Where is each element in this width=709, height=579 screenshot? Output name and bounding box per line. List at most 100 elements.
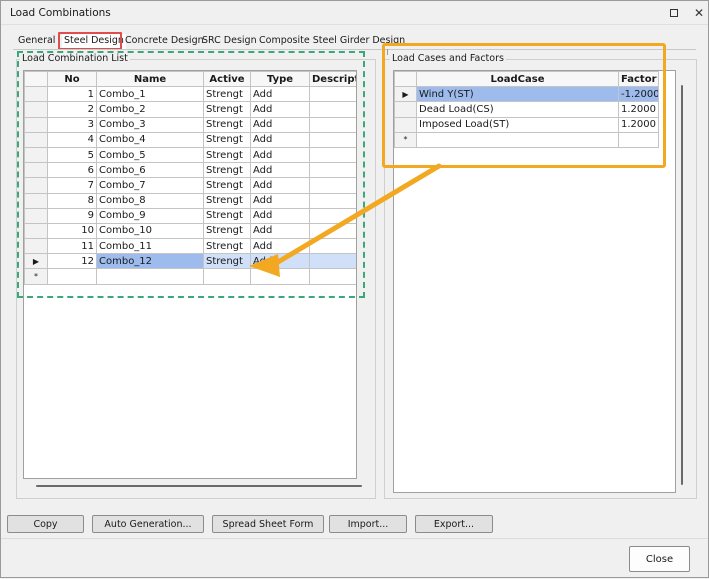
- empty-cell[interactable]: [203, 268, 251, 285]
- table-row[interactable]: 5 Combo_5 Strengt Add: [24, 146, 356, 164]
- cell-no[interactable]: 6: [47, 162, 97, 179]
- row-header[interactable]: [24, 177, 48, 194]
- close-button[interactable]: Close: [629, 546, 690, 572]
- column-header-active[interactable]: Active: [203, 71, 251, 88]
- cell-description[interactable]: [309, 222, 356, 240]
- cell-type[interactable]: Add: [250, 116, 310, 133]
- row-header[interactable]: [394, 116, 417, 133]
- cell-type[interactable]: Add: [250, 192, 310, 209]
- cell-no[interactable]: 3: [47, 116, 97, 133]
- maximize-icon[interactable]: [666, 5, 682, 21]
- row-header[interactable]: [24, 116, 48, 133]
- empty-cell[interactable]: [618, 131, 659, 148]
- empty-cell[interactable]: [309, 268, 356, 285]
- cell-type[interactable]: Add: [250, 207, 310, 224]
- cell-name[interactable]: Combo_3: [96, 116, 204, 133]
- cell-type[interactable]: Add: [250, 86, 310, 103]
- row-header[interactable]: [24, 207, 48, 224]
- row-header[interactable]: *: [394, 131, 417, 148]
- column-header-factor[interactable]: Factor: [618, 71, 659, 88]
- cell-active[interactable]: Strengt: [203, 146, 251, 164]
- empty-cell[interactable]: [416, 131, 619, 148]
- row-header[interactable]: [394, 101, 417, 118]
- cell-description[interactable]: [309, 192, 356, 209]
- column-header-name[interactable]: Name: [96, 71, 204, 88]
- row-header[interactable]: [24, 86, 48, 103]
- cell-name[interactable]: Combo_6: [96, 162, 204, 179]
- copy-button[interactable]: Copy: [7, 515, 84, 533]
- tab-general[interactable]: General: [16, 34, 57, 50]
- cell-type[interactable]: Add: [250, 177, 310, 194]
- row-header[interactable]: [24, 101, 48, 118]
- table-row[interactable]: 10 Combo_10 Strengt Add: [24, 222, 356, 240]
- load-case-grid[interactable]: LoadCase Factor ▶ Wind Y(ST) -1.2000 Dead L…: [393, 70, 676, 493]
- cell-no[interactable]: 7: [47, 177, 97, 194]
- column-header-loadcase[interactable]: LoadCase: [416, 71, 619, 88]
- cell-active[interactable]: Strengt: [203, 131, 251, 148]
- empty-cell[interactable]: [250, 268, 310, 285]
- cell-description[interactable]: [309, 86, 356, 103]
- cell-description[interactable]: [309, 207, 356, 224]
- table-row[interactable]: ▶ 12 Combo_12 Strengt Add: [24, 253, 356, 270]
- import-button[interactable]: Import...: [329, 515, 407, 533]
- cell-active[interactable]: Strengt: [203, 222, 251, 240]
- row-header[interactable]: [24, 222, 48, 240]
- cell-no[interactable]: 8: [47, 192, 97, 209]
- cell-name[interactable]: Combo_12: [96, 253, 204, 270]
- cell-no[interactable]: 4: [47, 131, 97, 148]
- export-button[interactable]: Export...: [415, 515, 493, 533]
- cell-name[interactable]: Combo_9: [96, 207, 204, 224]
- cell-active[interactable]: Strengt: [203, 253, 251, 270]
- cell-factor[interactable]: -1.2000: [618, 86, 659, 103]
- table-row[interactable]: 1 Combo_1 Strengt Add: [24, 86, 356, 103]
- cell-active[interactable]: Strengt: [203, 162, 251, 179]
- cell-description[interactable]: [309, 253, 356, 270]
- cell-name[interactable]: Combo_8: [96, 192, 204, 209]
- row-header[interactable]: [24, 162, 48, 179]
- spread-sheet-form-button[interactable]: Spread Sheet Form: [212, 515, 324, 533]
- table-row[interactable]: Dead Load(CS) 1.2000: [394, 101, 659, 118]
- cell-description[interactable]: [309, 116, 356, 133]
- right-vertical-scrollbar[interactable]: [681, 85, 683, 485]
- cell-type[interactable]: Add: [250, 222, 310, 240]
- row-header[interactable]: [24, 146, 48, 164]
- close-icon[interactable]: ✕: [691, 5, 707, 21]
- cell-active[interactable]: Strengt: [203, 238, 251, 255]
- cell-loadcase[interactable]: Imposed Load(ST): [416, 116, 619, 133]
- cell-name[interactable]: Combo_11: [96, 238, 204, 255]
- cell-factor[interactable]: 1.2000: [618, 116, 659, 133]
- load-combination-grid[interactable]: No Name Active Type Descripti 1Combo_1St…: [23, 70, 357, 479]
- cell-no[interactable]: 5: [47, 146, 97, 164]
- row-header[interactable]: [24, 192, 48, 209]
- cell-active[interactable]: Strengt: [203, 177, 251, 194]
- column-header-no[interactable]: No: [47, 71, 97, 88]
- cell-description[interactable]: [309, 238, 356, 255]
- cell-description[interactable]: [309, 177, 356, 194]
- cell-type[interactable]: Add: [250, 131, 310, 148]
- tab-src-design[interactable]: SRC Design: [200, 34, 259, 50]
- cell-no[interactable]: 10: [47, 222, 97, 240]
- column-header-description[interactable]: Descripti: [309, 71, 356, 88]
- row-header[interactable]: ▶: [394, 86, 417, 103]
- cell-active[interactable]: Strengt: [203, 101, 251, 118]
- cell-name[interactable]: Combo_1: [96, 86, 204, 103]
- new-row[interactable]: *: [24, 268, 356, 285]
- table-row[interactable]: 11 Combo_11 Strengt Add: [24, 238, 356, 255]
- cell-no[interactable]: 9: [47, 207, 97, 224]
- table-row[interactable]: 8 Combo_8 Strengt Add: [24, 192, 356, 209]
- tab-concrete-design[interactable]: Concrete Design: [123, 34, 206, 50]
- row-header[interactable]: [24, 238, 48, 255]
- table-row[interactable]: ▶ Wind Y(ST) -1.2000: [394, 86, 659, 103]
- cell-no[interactable]: 11: [47, 238, 97, 255]
- cell-loadcase[interactable]: Dead Load(CS): [416, 101, 619, 118]
- new-row[interactable]: *: [394, 131, 659, 148]
- table-row[interactable]: 4 Combo_4 Strengt Add: [24, 131, 356, 148]
- cell-active[interactable]: Strengt: [203, 192, 251, 209]
- cell-description[interactable]: [309, 131, 356, 148]
- cell-loadcase[interactable]: Wind Y(ST): [416, 86, 619, 103]
- cell-type[interactable]: Add: [250, 101, 310, 118]
- table-row[interactable]: Imposed Load(ST) 1.2000: [394, 116, 659, 133]
- cell-active[interactable]: Strengt: [203, 116, 251, 133]
- cell-type[interactable]: Add: [250, 238, 310, 255]
- cell-name[interactable]: Combo_10: [96, 222, 204, 240]
